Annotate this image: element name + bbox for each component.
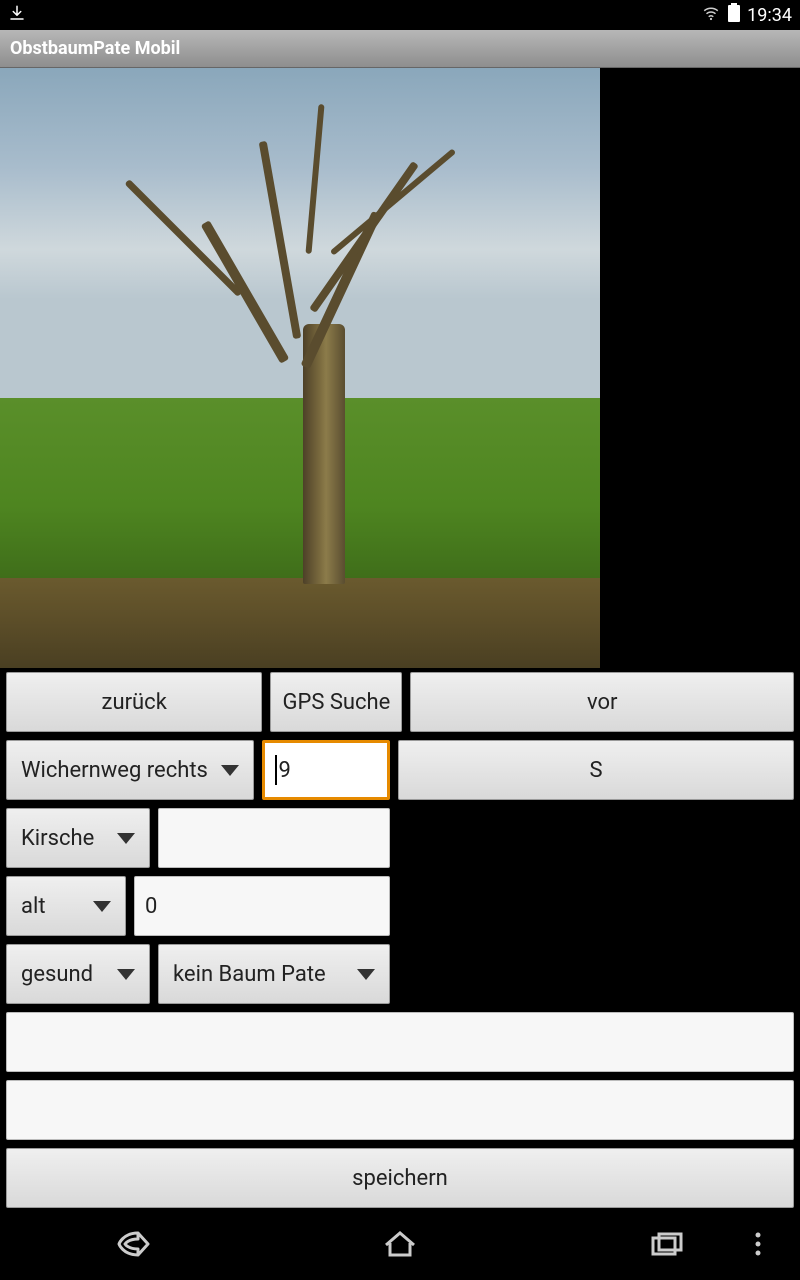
- gps-search-button[interactable]: GPS Suche: [270, 672, 402, 732]
- nav-home-button[interactable]: [376, 1220, 424, 1268]
- nav-menu-button[interactable]: [734, 1220, 782, 1268]
- chevron-down-icon: [117, 833, 135, 844]
- health-select[interactable]: gesund: [6, 944, 150, 1004]
- s-button[interactable]: S: [398, 740, 794, 800]
- app-title-bar: ObstbaumPate Mobil: [0, 30, 800, 68]
- back-button[interactable]: zurück: [6, 672, 262, 732]
- chevron-down-icon: [357, 969, 375, 980]
- system-navbar: [0, 1208, 800, 1280]
- age-select[interactable]: alt: [6, 876, 126, 936]
- street-select[interactable]: Wichernweg rechts: [6, 740, 254, 800]
- save-button[interactable]: speichern: [6, 1148, 794, 1208]
- tree-number-input[interactable]: 9: [262, 740, 390, 800]
- nav-recent-button[interactable]: [643, 1220, 691, 1268]
- tree-photo[interactable]: [0, 68, 600, 668]
- variety-input[interactable]: [158, 808, 390, 868]
- notes1-input[interactable]: [6, 1012, 794, 1072]
- chevron-down-icon: [93, 901, 111, 912]
- app-title: ObstbaumPate Mobil: [10, 38, 180, 59]
- fruit-type-select[interactable]: Kirsche: [6, 808, 150, 868]
- forward-button[interactable]: vor: [410, 672, 794, 732]
- sponsor-select[interactable]: kein Baum Pate: [158, 944, 390, 1004]
- status-time: 19:34: [747, 5, 792, 26]
- nav-back-button[interactable]: [109, 1220, 157, 1268]
- age-value-input[interactable]: 0: [134, 876, 390, 936]
- photo-area: [0, 68, 800, 668]
- status-bar: 19:34: [0, 0, 800, 30]
- download-icon: [8, 4, 26, 27]
- chevron-down-icon: [221, 765, 239, 776]
- battery-icon: [727, 3, 741, 28]
- wifi-icon: [701, 4, 721, 27]
- chevron-down-icon: [117, 969, 135, 980]
- notes2-input[interactable]: [6, 1080, 794, 1140]
